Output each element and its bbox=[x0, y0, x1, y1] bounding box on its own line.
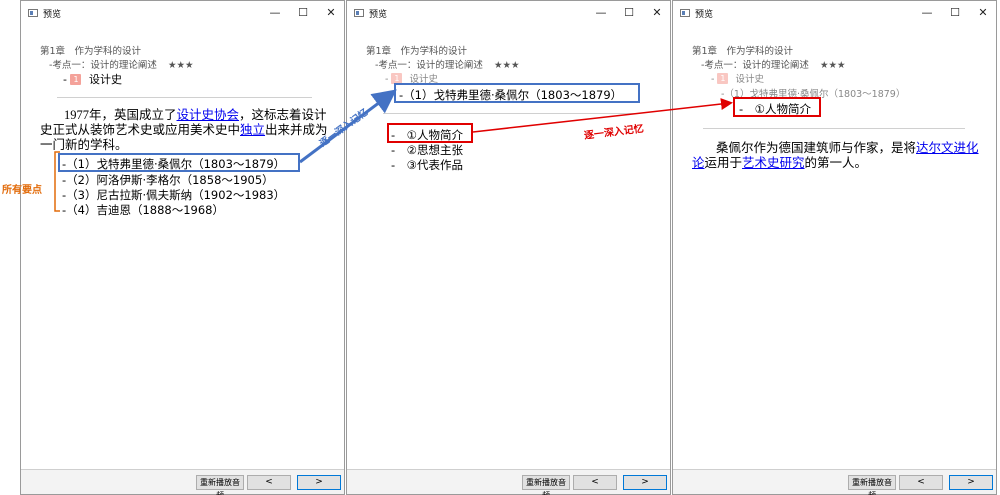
title-bar: 预览 — ☐ ✕ bbox=[347, 1, 670, 25]
replay-audio-button[interactable]: 重新播放音频 bbox=[848, 475, 896, 495]
maximize-button[interactable]: ☐ bbox=[621, 5, 637, 21]
section-title: 设计史 bbox=[88, 73, 122, 86]
para-text: 1977年，英国成立了 bbox=[64, 108, 177, 122]
dash: - bbox=[385, 74, 389, 85]
dash: - bbox=[711, 74, 715, 85]
chapter-heading: 第1章 作为学科的设计 bbox=[692, 46, 794, 57]
section-number-badge: 1 bbox=[717, 73, 729, 84]
para-text: 桑佩尔作为德国建筑师与作家，是将 bbox=[716, 141, 917, 155]
chapter-heading: 第1章 作为学科的设计 bbox=[366, 46, 468, 57]
all-points-label: 所有要点 bbox=[2, 185, 42, 196]
dash: - bbox=[63, 73, 67, 86]
exam-point-row: -考点一：设计的理论阐述 ★★★ bbox=[701, 57, 846, 71]
list-item[interactable]: - ②思想主张 bbox=[391, 142, 463, 158]
app-icon bbox=[680, 9, 690, 17]
next-button[interactable]: > bbox=[297, 475, 341, 490]
link-art-history-research[interactable]: 艺术史研究 bbox=[742, 156, 805, 170]
link-independent[interactable]: 独立 bbox=[240, 123, 265, 137]
list-item[interactable]: -（3）尼古拉斯·佩夫斯纳（1902～1983） bbox=[62, 187, 285, 203]
exam-point-label: -考点一：设计的理论阐述 bbox=[375, 60, 483, 71]
bottom-bar: 重新播放音频 < > bbox=[347, 469, 670, 495]
exam-point-row: -考点一：设计的理论阐述 ★★★ bbox=[49, 57, 194, 71]
para-text: 运用于 bbox=[704, 156, 743, 170]
para-text: 的第一人。 bbox=[804, 156, 868, 170]
section-row[interactable]: - 1 设计史 bbox=[63, 71, 122, 87]
replay-audio-button[interactable]: 重新播放音频 bbox=[196, 475, 244, 495]
next-button[interactable]: > bbox=[949, 475, 993, 490]
minimize-button[interactable]: — bbox=[267, 5, 283, 21]
window-title: 预览 bbox=[369, 10, 388, 20]
title-bar: 预览 — ☐ ✕ bbox=[673, 1, 996, 25]
minimize-button[interactable]: — bbox=[919, 5, 935, 21]
exam-point-row: -考点一：设计的理论阐述 ★★★ bbox=[375, 57, 520, 71]
prev-button[interactable]: < bbox=[899, 475, 943, 490]
window-title: 预览 bbox=[43, 10, 62, 20]
app-icon bbox=[354, 9, 364, 17]
close-button[interactable]: ✕ bbox=[649, 5, 665, 21]
section-title: 设计史 bbox=[735, 74, 765, 85]
close-button[interactable]: ✕ bbox=[323, 5, 339, 21]
highlight-box-red bbox=[387, 123, 473, 143]
minimize-button[interactable]: — bbox=[593, 5, 609, 21]
screenshot-stage: 预览 — ☐ ✕ 第1章 作为学科的设计 -考点一：设计的理论阐述 ★★★ - … bbox=[0, 0, 1000, 495]
divider bbox=[703, 128, 965, 129]
list-item[interactable]: -（4）吉迪恩（1888～1968） bbox=[62, 202, 224, 218]
section-row[interactable]: - 1 设计史 bbox=[711, 71, 764, 85]
star-rating: ★★★ bbox=[167, 60, 194, 71]
highlight-box-blue bbox=[58, 153, 300, 172]
bio-paragraph: 桑佩尔作为德国建筑师与作家，是将达尔文进化论运用于艺术史研究的第一人。 bbox=[692, 141, 982, 171]
close-button[interactable]: ✕ bbox=[975, 5, 991, 21]
preview-window-1: 预览 — ☐ ✕ 第1章 作为学科的设计 -考点一：设计的理论阐述 ★★★ - … bbox=[20, 0, 345, 495]
preview-content: 第1章 作为学科的设计 -考点一：设计的理论阐述 ★★★ - 1 设计史 -（1… bbox=[673, 25, 996, 469]
star-rating: ★★★ bbox=[493, 60, 520, 71]
replay-audio-button[interactable]: 重新播放音频 bbox=[522, 475, 570, 495]
prev-button[interactable]: < bbox=[573, 475, 617, 490]
highlight-box-red bbox=[733, 97, 821, 117]
app-icon bbox=[28, 9, 38, 17]
bottom-bar: 重新播放音频 < > bbox=[673, 469, 996, 495]
preview-window-2: 预览 — ☐ ✕ 第1章 作为学科的设计 -考点一：设计的理论阐述 ★★★ - … bbox=[346, 0, 671, 495]
preview-content: 第1章 作为学科的设计 -考点一：设计的理论阐述 ★★★ - 1 设计史 197… bbox=[21, 25, 344, 469]
window-title: 预览 bbox=[695, 10, 714, 20]
list-item[interactable]: - ③代表作品 bbox=[391, 157, 463, 173]
next-button[interactable]: > bbox=[623, 475, 667, 490]
highlight-box-blue bbox=[394, 83, 640, 103]
intro-paragraph: 1977年，英国成立了设计史协会，这标志着设计史正式从装饰艺术史或应用美术史中独… bbox=[40, 108, 330, 153]
preview-content: 第1章 作为学科的设计 -考点一：设计的理论阐述 ★★★ - 1 设计史 -（1… bbox=[347, 25, 670, 469]
list-item[interactable]: -（2）阿洛伊斯·李格尔（1858～1905） bbox=[62, 172, 274, 188]
divider bbox=[383, 113, 638, 114]
star-rating: ★★★ bbox=[819, 60, 846, 71]
title-bar: 预览 — ☐ ✕ bbox=[21, 1, 344, 25]
bottom-bar: 重新播放音频 < > bbox=[21, 469, 344, 495]
exam-point-label: -考点一：设计的理论阐述 bbox=[701, 60, 809, 71]
divider bbox=[57, 97, 312, 98]
link-design-history-society[interactable]: 设计史协会 bbox=[177, 108, 240, 122]
section-number-badge: 1 bbox=[70, 74, 82, 85]
chapter-heading: 第1章 作为学科的设计 bbox=[40, 46, 142, 57]
preview-window-3: 预览 — ☐ ✕ 第1章 作为学科的设计 -考点一：设计的理论阐述 ★★★ - … bbox=[672, 0, 997, 495]
exam-point-label: -考点一：设计的理论阐述 bbox=[49, 60, 157, 71]
prev-button[interactable]: < bbox=[247, 475, 291, 490]
maximize-button[interactable]: ☐ bbox=[295, 5, 311, 21]
maximize-button[interactable]: ☐ bbox=[947, 5, 963, 21]
